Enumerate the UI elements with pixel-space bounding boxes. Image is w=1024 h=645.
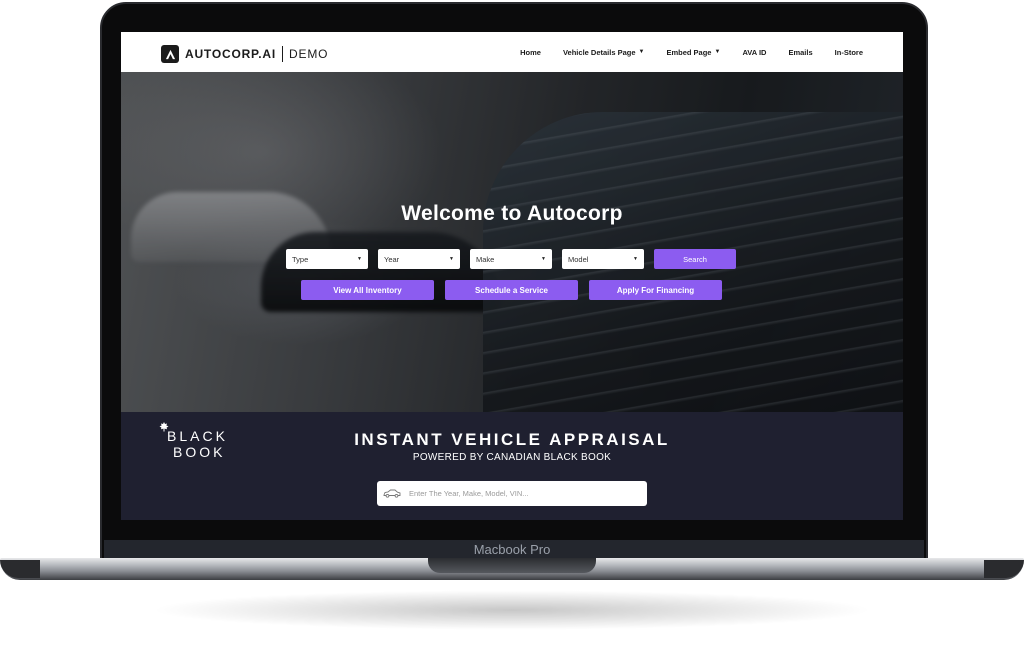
schedule-service-button[interactable]: Schedule a Service [445,280,578,300]
nav-item-emails[interactable]: Emails [788,48,812,57]
nav-item-in-store[interactable]: In-Store [835,48,863,57]
nav-item-home[interactable]: Home [520,48,541,57]
hero-action-buttons: View All Inventory Schedule a Service Ap… [301,280,722,300]
nav-item-embed-page[interactable]: Embed Page ▼ [666,48,720,57]
laptop-shadow [150,590,874,630]
browser-screen: AUTOCORP.AI DEMO Home Vehicle Details Pa… [121,32,903,520]
view-all-inventory-button[interactable]: View All Inventory [301,280,434,300]
laptop-base-edge [0,560,40,578]
laptop-base-edge [984,560,1024,578]
hero-banner: Welcome to Autocorp Type ▼ Year ▼ Make ▼… [121,72,903,432]
brand-divider [282,46,284,62]
autocorp-logo-icon [161,45,179,63]
brand-logo[interactable]: AUTOCORP.AI DEMO [161,45,328,63]
chevron-down-icon: ▼ [638,49,645,55]
caret-down-icon: ▼ [449,256,454,262]
caret-down-icon: ▼ [633,256,638,262]
main-menu: Home Vehicle Details Page ▼ Embed Page ▼… [520,32,863,72]
brand-name: AUTOCORP.AI [185,47,277,61]
vehicle-search-filters: Type ▼ Year ▼ Make ▼ Model ▼ Search [286,249,736,269]
device-label: Macbook Pro [473,542,551,557]
appraisal-search-field[interactable] [377,481,647,506]
caret-down-icon: ▼ [357,256,362,262]
top-navbar: AUTOCORP.AI DEMO Home Vehicle Details Pa… [121,32,903,72]
appraisal-search-input[interactable] [407,488,627,499]
laptop-mockup: AUTOCORP.AI DEMO Home Vehicle Details Pa… [0,0,1024,645]
nav-item-ava-id[interactable]: AVA ID [742,48,766,57]
hero-overlay [121,72,903,412]
appraisal-section: BLACK BOOK INSTANT VEHICLE APPRAISAL POW… [121,412,903,520]
make-select[interactable]: Make ▼ [470,249,552,269]
chevron-down-icon: ▼ [714,49,721,55]
appraisal-title: INSTANT VEHICLE APPRAISAL [354,430,670,449]
nav-item-vehicle-details[interactable]: Vehicle Details Page ▼ [563,48,645,57]
caret-down-icon: ▼ [541,256,546,262]
search-button[interactable]: Search [654,249,736,269]
appraisal-subtitle: POWERED BY CANADIAN BLACK BOOK [412,452,612,463]
laptop-base-notch [428,558,596,573]
brand-demo-label: DEMO [289,47,329,61]
model-select[interactable]: Model ▼ [562,249,644,269]
apply-financing-button[interactable]: Apply For Financing [589,280,722,300]
type-select[interactable]: Type ▼ [286,249,368,269]
car-icon [383,485,401,503]
hero-title: Welcome to Autocorp [401,202,623,225]
year-select[interactable]: Year ▼ [378,249,460,269]
